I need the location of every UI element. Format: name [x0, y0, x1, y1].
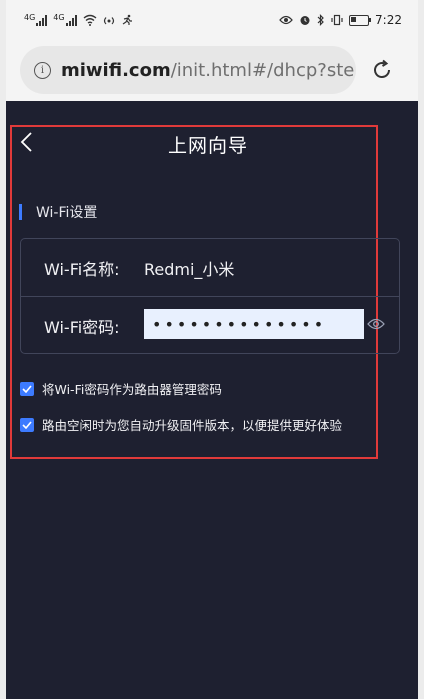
battery-icon [349, 14, 372, 26]
vibrate-icon [331, 14, 343, 26]
wifi-icon [83, 14, 97, 26]
url-text: miwifi.com/init.html#/dhcp?step=2 [61, 60, 356, 81]
info-icon[interactable]: i [34, 61, 51, 79]
alarm-icon [300, 16, 310, 25]
status-left: 4G 4G [24, 12, 134, 26]
hotspot-icon [103, 17, 114, 25]
checkbox-admin-password[interactable] [20, 381, 34, 396]
url-path: /init.html#/dhcp?step=2 [170, 59, 356, 81]
option-use-wifi-password[interactable]: 将Wi-Fi密码作为路由器管理密码 [20, 379, 222, 398]
wifi-password-input[interactable]: •••••••••••••• [144, 309, 364, 339]
checkbox-auto-upgrade[interactable] [20, 417, 34, 432]
url-host: miwifi.com [61, 59, 171, 81]
status-bar: 4G 4G 7:22 [6, 0, 418, 40]
section-accent-bar [19, 204, 22, 220]
eye-status-icon [279, 15, 293, 25]
signal-2-icon: 4G [53, 12, 77, 26]
option-auto-upgrade[interactable]: 路由空闲时为您自动升级固件版本，以便提供更好体验 [20, 415, 342, 434]
option-label-admin-password: 将Wi-Fi密码作为路由器管理密码 [42, 382, 222, 397]
setup-wizard-page: 上网向导 Wi-Fi设置 Wi-Fi名称: Redmi_小米 Wi-Fi密码: … [6, 101, 418, 699]
status-right: 7:22 [279, 13, 402, 27]
browser-toolbar: i miwifi.com/init.html#/dhcp?step=2 [6, 44, 418, 96]
address-bar[interactable]: i miwifi.com/init.html#/dhcp?step=2 [20, 46, 356, 94]
signal-1-icon: 4G [24, 12, 48, 26]
eye-icon[interactable] [367, 317, 385, 331]
section-header: Wi-Fi设置 [19, 202, 97, 222]
running-icon [122, 14, 132, 25]
checkmark-icon [22, 384, 32, 393]
wifi-name-label: Wi-Fi名称: [44, 259, 120, 279]
checkmark-icon [22, 420, 32, 429]
status-time: 7:22 [375, 13, 402, 27]
wifi-password-row: Wi-Fi密码: •••••••••••••• [21, 297, 399, 354]
reload-icon[interactable] [370, 58, 394, 82]
wifi-name-field[interactable]: Redmi_小米 [144, 256, 234, 280]
wifi-password-label: Wi-Fi密码: [44, 317, 120, 337]
signal-1-tag: 4G [24, 12, 36, 22]
signal-2-tag: 4G [53, 12, 65, 22]
page-title: 上网向导 [167, 135, 248, 157]
section-title: Wi-Fi设置 [36, 205, 98, 221]
bluetooth-icon [317, 14, 324, 26]
wifi-name-row: Wi-Fi名称: Redmi_小米 [21, 239, 399, 297]
phone-screen: 4G 4G 7:22 i miwifi.com/init.html#/dhcp?… [6, 0, 418, 699]
option-label-auto-upgrade: 路由空闲时为您自动升级固件版本，以便提供更好体验 [42, 418, 343, 433]
wifi-form: Wi-Fi名称: Redmi_小米 Wi-Fi密码: •••••••••••••… [20, 238, 400, 354]
